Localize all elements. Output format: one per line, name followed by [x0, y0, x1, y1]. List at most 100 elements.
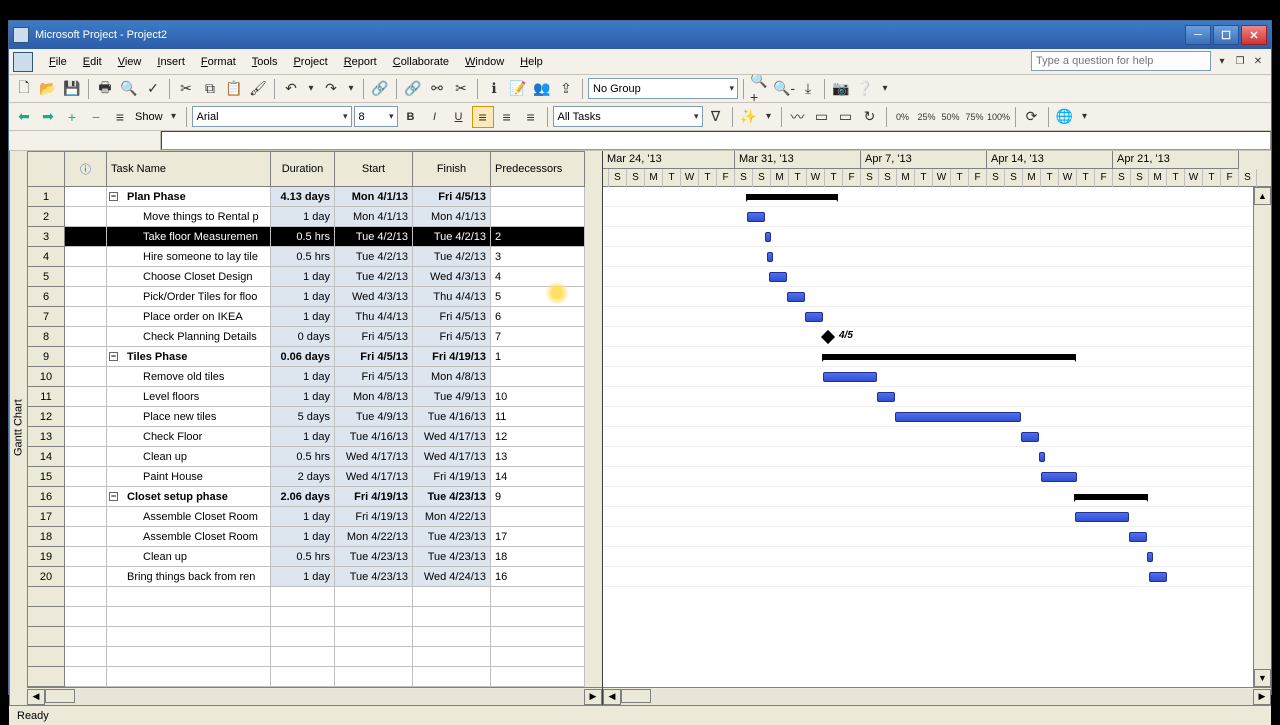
start-cell[interactable]: Wed 4/17/13: [335, 467, 413, 487]
pred-cell[interactable]: 5: [491, 287, 585, 307]
toolbar2-options-icon[interactable]: ▾: [762, 110, 776, 124]
print-icon[interactable]: 🖶: [94, 78, 116, 100]
pred-cell[interactable]: [491, 207, 585, 227]
task-bar[interactable]: [805, 312, 823, 322]
task-cell[interactable]: Choose Closet Design: [107, 267, 271, 287]
zoom-out-icon[interactable]: 🔍-: [773, 78, 795, 100]
gantt-row[interactable]: [603, 487, 1271, 507]
menu-report[interactable]: Report: [336, 53, 385, 71]
table-row[interactable]: 16−Closet setup phase2.06 daysFri 4/19/1…: [27, 487, 602, 507]
row-number[interactable]: 12: [27, 407, 65, 427]
finish-cell[interactable]: Tue 4/9/13: [413, 387, 491, 407]
undo-dropdown-icon[interactable]: ▾: [304, 82, 318, 96]
info-cell[interactable]: [65, 427, 107, 447]
collapse-icon[interactable]: −: [109, 352, 118, 361]
gantt-row[interactable]: [603, 567, 1271, 587]
row-number[interactable]: 4: [27, 247, 65, 267]
pred-cell[interactable]: 6: [491, 307, 585, 327]
hide-subtasks-icon[interactable]: −: [85, 106, 107, 128]
summary-bar[interactable]: [823, 354, 1075, 360]
project-icon[interactable]: [13, 52, 33, 72]
table-row[interactable]: 5Choose Closet Design1 dayTue 4/2/13Wed …: [27, 267, 602, 287]
pred-cell[interactable]: 13: [491, 447, 585, 467]
duration-cell[interactable]: 1 day: [271, 427, 335, 447]
table-row[interactable]: 1−Plan Phase4.13 daysMon 4/1/13Fri 4/5/1…: [27, 187, 602, 207]
zoom-in-icon[interactable]: 🔍+: [749, 78, 771, 100]
menu-format[interactable]: Format: [193, 53, 244, 71]
day-header[interactable]: W: [807, 169, 825, 187]
info-cell[interactable]: [65, 267, 107, 287]
progress2-icon[interactable]: ▭: [835, 106, 857, 128]
taskname-header[interactable]: Task Name: [107, 151, 271, 187]
align-right-button[interactable]: ≡: [520, 106, 542, 128]
finish-cell[interactable]: Wed 4/17/13: [413, 427, 491, 447]
pred-cell[interactable]: 10: [491, 387, 585, 407]
update-tasks-icon[interactable]: ⟳: [1021, 106, 1043, 128]
day-header[interactable]: S: [609, 169, 627, 187]
gantt-wizard-icon[interactable]: ✨: [738, 106, 760, 128]
goto-task-icon[interactable]: ⤓: [797, 78, 819, 100]
italic-button[interactable]: I: [424, 106, 446, 128]
pred-cell[interactable]: 14: [491, 467, 585, 487]
finish-cell[interactable]: Fri 4/5/13: [413, 307, 491, 327]
start-cell[interactable]: Thu 4/4/13: [335, 307, 413, 327]
start-header[interactable]: Start: [335, 151, 413, 187]
table-row[interactable]: 7Place order on IKEA1 dayThu 4/4/13Fri 4…: [27, 307, 602, 327]
start-cell[interactable]: Mon 4/1/13: [335, 207, 413, 227]
day-header[interactable]: S: [987, 169, 1005, 187]
insert-hyperlink-icon[interactable]: 🔗: [369, 78, 391, 100]
duration-cell[interactable]: 1 day: [271, 207, 335, 227]
row-number[interactable]: 19: [27, 547, 65, 567]
row-number[interactable]: 5: [27, 267, 65, 287]
task-cell[interactable]: Bring things back from ren: [107, 567, 271, 587]
reschedule-icon[interactable]: ↻: [859, 106, 881, 128]
spelling-icon[interactable]: ✓: [142, 78, 164, 100]
row-number[interactable]: 2: [27, 207, 65, 227]
row-number[interactable]: 14: [27, 447, 65, 467]
table-row[interactable]: 8Check Planning Details0 daysFri 4/5/13F…: [27, 327, 602, 347]
scroll-right-icon[interactable]: ▶: [584, 689, 602, 705]
font-select[interactable]: Arial: [192, 106, 352, 127]
show-outline-icon[interactable]: ≡: [109, 106, 131, 128]
info-cell[interactable]: [65, 507, 107, 527]
duration-header[interactable]: Duration: [271, 151, 335, 187]
new-icon[interactable]: 🗋: [13, 78, 35, 100]
info-cell[interactable]: [65, 487, 107, 507]
gantt-row[interactable]: [603, 447, 1271, 467]
day-header[interactable]: S: [753, 169, 771, 187]
day-header[interactable]: S: [1005, 169, 1023, 187]
gantt-row[interactable]: [603, 547, 1271, 567]
entry-input[interactable]: [161, 131, 1271, 150]
table-row[interactable]: 11Level floors1 dayMon 4/8/13Tue 4/9/131…: [27, 387, 602, 407]
task-bar[interactable]: [767, 252, 773, 262]
collapse-icon[interactable]: −: [109, 192, 118, 201]
start-cell[interactable]: Tue 4/16/13: [335, 427, 413, 447]
start-cell[interactable]: Fri 4/19/13: [335, 507, 413, 527]
table-hscroll[interactable]: ◀ ▶: [27, 687, 602, 705]
day-header[interactable]: S: [1113, 169, 1131, 187]
row-number[interactable]: 3: [27, 227, 65, 247]
day-header[interactable]: F: [1095, 169, 1113, 187]
start-cell[interactable]: Tue 4/2/13: [335, 227, 413, 247]
task-bar[interactable]: [787, 292, 805, 302]
info-cell[interactable]: [65, 247, 107, 267]
table-row[interactable]: 17Assemble Closet Room1 dayFri 4/19/13Mo…: [27, 507, 602, 527]
show-label[interactable]: Show: [133, 111, 165, 123]
info-cell[interactable]: [65, 547, 107, 567]
table-row[interactable]: 6Pick/Order Tiles for floo1 dayWed 4/3/1…: [27, 287, 602, 307]
gantt-row[interactable]: [603, 187, 1271, 207]
gantt-scroll-up-icon[interactable]: ▲: [1254, 187, 1271, 205]
task-cell[interactable]: Pick/Order Tiles for floo: [107, 287, 271, 307]
task-bar[interactable]: [877, 392, 895, 402]
finish-cell[interactable]: Tue 4/23/13: [413, 527, 491, 547]
redo-dropdown-icon[interactable]: ▾: [344, 82, 358, 96]
collab-toolbar-icon[interactable]: 🌐: [1054, 106, 1076, 128]
task-cell[interactable]: Clean up: [107, 447, 271, 467]
week-header[interactable]: Mar 31, '13: [735, 151, 861, 169]
week-header[interactable]: Apr 21, '13: [1113, 151, 1239, 169]
task-cell[interactable]: −Closet setup phase: [107, 487, 271, 507]
pred-cell[interactable]: 12: [491, 427, 585, 447]
table-row[interactable]: 14Clean up0.5 hrsWed 4/17/13Wed 4/17/131…: [27, 447, 602, 467]
gantt-row[interactable]: [603, 507, 1271, 527]
pred-cell[interactable]: 7: [491, 327, 585, 347]
